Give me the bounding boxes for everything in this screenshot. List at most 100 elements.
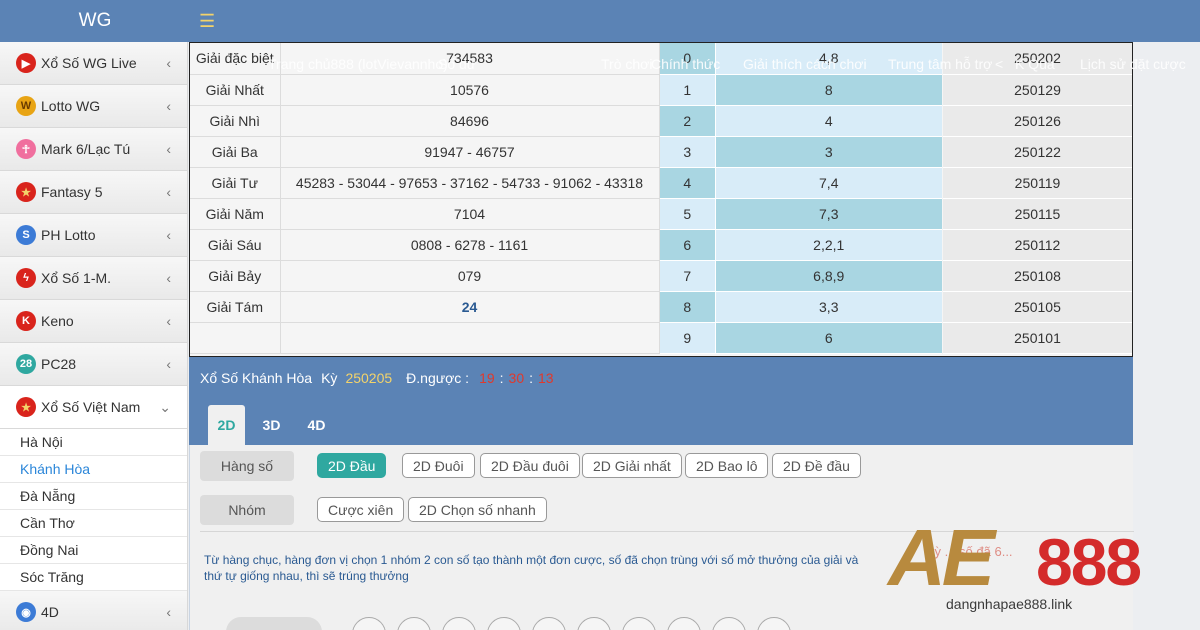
nav-rules[interactable]: Giải thích cách chơi [743, 56, 867, 72]
brand-logo[interactable]: WG [0, 0, 190, 42]
sidebar-item-vietnam[interactable]: ★ Xổ Số Việt Nam ⌄ [0, 386, 187, 429]
sidebar-sub-da-nang[interactable]: Đà Nẵng [0, 483, 187, 510]
period-number[interactable]: 250112 [943, 229, 1132, 261]
prize-table: Giải đặc biệt 734583 Giải Nhất 10576 Giải … [190, 43, 660, 354]
table-row[interactable]: 250126 [943, 105, 1132, 137]
period-number[interactable]: 250108 [943, 260, 1132, 292]
chevron-left-icon: ‹ [166, 98, 171, 114]
sidebar-sub-ha-noi[interactable]: Hà Nội [0, 429, 187, 456]
head-digit: 8 [660, 291, 715, 323]
number-ball[interactable] [577, 617, 611, 630]
nav-support[interactable]: Trung tâm hỗ trợ [888, 56, 992, 72]
table-row[interactable]: 250115 [943, 198, 1132, 230]
sidebar-item-ph-lotto[interactable]: S PH Lotto ‹ [0, 214, 187, 257]
logo-888: 888 [1036, 525, 1142, 599]
pc28-icon: 28 [16, 354, 36, 374]
number-ball[interactable] [487, 617, 521, 630]
tab-2d[interactable]: 2D [208, 405, 245, 445]
table-row: Giải Sáu 0808 - 6278 - 1161 [190, 229, 660, 261]
chevron-left-icon: ‹ [166, 313, 171, 329]
chevron-left-icon: ‹ [166, 270, 171, 286]
period-number[interactable]: 250105 [943, 291, 1132, 323]
option-chon-so-nhanh[interactable]: 2D Chọn số nhanh [408, 497, 547, 522]
number-ball[interactable] [622, 617, 656, 630]
number-ball[interactable] [397, 617, 431, 630]
option-2d-dau-duoi[interactable]: 2D Đầu đuôi [480, 453, 580, 478]
sidebar-item-label: Fantasy 5 [41, 184, 103, 200]
nav-results[interactable]: K Qua [1015, 56, 1055, 72]
option-cuoc-xien[interactable]: Cược xiên [317, 497, 405, 522]
period-number[interactable]: 250126 [943, 105, 1132, 137]
nav-games[interactable]: Trò chơi [601, 56, 652, 72]
head-digit: 4 [660, 167, 715, 199]
sidebar-item-label: Xổ Số 1-M. [41, 270, 112, 286]
nav-bet-history[interactable]: Lịch sử đặt cược [1080, 56, 1186, 72]
table-row[interactable]: 250101 [943, 322, 1132, 354]
sidebar-sub-soc-trang[interactable]: Sóc Trăng [0, 564, 187, 591]
nav-home[interactable]: Trang chủ888 (lotVievannho) [268, 56, 448, 72]
number-ball[interactable] [712, 617, 746, 630]
period-table: 250202 250129 250126 250122 250119 25011… [943, 43, 1132, 354]
nav-official[interactable]: Chính thức [651, 56, 720, 72]
table-row: 96 [660, 322, 942, 354]
tab-4d[interactable]: 4D [298, 405, 335, 445]
number-ball[interactable] [442, 617, 476, 630]
number-ball[interactable] [532, 617, 566, 630]
sidebar: ▶ Xổ Số WG Live ‹ W Lotto WG ‹ ☥ Mark 6/… [0, 42, 188, 630]
sidebar-sub-khanh-hoa[interactable]: Khánh Hòa [0, 456, 187, 483]
prize-name: Giải Năm [190, 198, 281, 230]
sidebar-item-keno[interactable]: K Keno ‹ [0, 300, 187, 343]
option-2d-dau[interactable]: 2D Đầu [317, 453, 387, 478]
top-bar: WG ☰ [0, 0, 1200, 42]
hamburger-icon[interactable]: ☰ [199, 10, 215, 32]
tail-digits: 7,4 [714, 167, 942, 199]
prize-name: Giải Bảy [190, 260, 281, 292]
sidebar-item-4d[interactable]: ◉ 4D ‹ [0, 591, 187, 630]
sidebar-sub-dong-nai[interactable]: Đồng Nai [0, 537, 187, 564]
sidebar-item-label: Mark 6/Lạc Tú [41, 141, 131, 157]
table-row: Giải Tám 24 [190, 291, 660, 323]
number-ball[interactable] [757, 617, 791, 630]
nav-arrow-icon[interactable]: < [995, 56, 1003, 72]
option-2d-de-dau[interactable]: 2D Đề đầu [772, 453, 861, 478]
nav-balance[interactable]: Số dư [438, 56, 476, 72]
table-row[interactable]: 250112 [943, 229, 1132, 261]
table-row: Giải Nhất 10576 [190, 74, 660, 106]
number-ball[interactable] [352, 617, 386, 630]
sidebar-item-1m[interactable]: ϟ Xổ Số 1-M. ‹ [0, 257, 187, 300]
prize-name [190, 322, 281, 354]
sidebar-item-label: Xổ Số Việt Nam [41, 399, 141, 415]
sidebar-item-lotto-wg[interactable]: W Lotto WG ‹ [0, 85, 187, 128]
bet-description: Từ hàng chục, hàng đơn vị chọn 1 nhóm 2 … [204, 553, 859, 583]
bolt-icon: ϟ [16, 268, 36, 288]
sidebar-item-pc28[interactable]: 28 PC28 ‹ [0, 343, 187, 386]
row-label-nhom: Nhóm [200, 495, 294, 525]
sidebar-item-wg-live[interactable]: ▶ Xổ Số WG Live ‹ [0, 42, 187, 85]
tab-3d[interactable]: 3D [253, 405, 290, 445]
period-number[interactable]: 250119 [943, 167, 1132, 199]
number-ball[interactable] [667, 617, 701, 630]
table-row[interactable]: 250129 [943, 74, 1132, 106]
option-2d-bao-lo[interactable]: 2D Bao lô [685, 453, 769, 478]
table-row: Giải Ba 91947 - 46757 [190, 136, 660, 168]
option-2d-duoi[interactable]: 2D Đuôi [402, 453, 475, 478]
period-number[interactable]: 250129 [943, 74, 1132, 106]
prize-value: 84696 [280, 105, 660, 137]
sidebar-item-mark6[interactable]: ☥ Mark 6/Lạc Tú ‹ [0, 128, 187, 171]
table-row[interactable]: 250122 [943, 136, 1132, 168]
table-row[interactable]: 250108 [943, 260, 1132, 292]
sidebar-sub-can-tho[interactable]: Cần Thơ [0, 510, 187, 537]
period-number[interactable]: 250101 [943, 322, 1132, 354]
table-row[interactable]: 250119 [943, 167, 1132, 199]
sidebar-item-fantasy5[interactable]: ★ Fantasy 5 ‹ [0, 171, 187, 214]
table-row[interactable]: 250105 [943, 291, 1132, 323]
tail-digits: 7,3 [714, 198, 942, 230]
option-2d-giai-nhat[interactable]: 2D Giải nhất [582, 453, 682, 478]
period-number[interactable]: 250122 [943, 136, 1132, 168]
chevron-left-icon: ‹ [166, 184, 171, 200]
countdown-sep: : [529, 370, 533, 386]
period-label: Kỳ [321, 370, 338, 386]
tail-digits: 3,3 [714, 291, 942, 323]
period-number[interactable]: 250115 [943, 198, 1132, 230]
sidebar-item-label: Lotto WG [41, 98, 101, 114]
